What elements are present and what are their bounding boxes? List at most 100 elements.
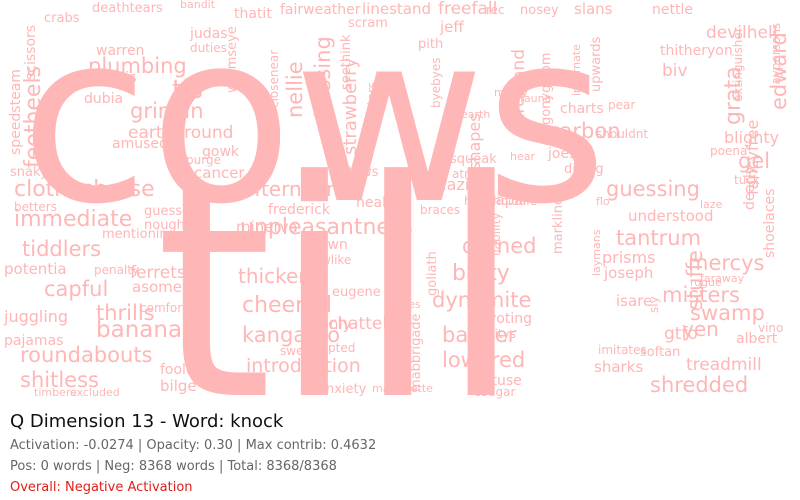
cloud-word-tantrum: tantrum	[616, 226, 701, 250]
cloud-word-flo: flo	[596, 195, 610, 208]
cloud-word-taws: taws	[348, 165, 379, 180]
cloud-word-atnear: atnear	[452, 167, 491, 181]
cloud-word-juggling: juggling	[3, 307, 68, 326]
cloud-word-fooled: fooled	[160, 362, 203, 378]
cloud-word-diving: diving	[564, 162, 604, 177]
cloud-word-excluded: excluded	[70, 386, 120, 399]
cloud-word-scram: scram	[348, 16, 388, 31]
cloud-word-charts: charts	[560, 101, 604, 117]
cloud-word-nosey: nosey	[520, 3, 559, 18]
info-panel: Q Dimension 13 - Word: knock Activation:…	[10, 408, 790, 495]
cloud-word-betters: betters	[14, 200, 57, 214]
cloud-word-shouldnt: shouldnt	[596, 127, 648, 141]
cloud-word-dubia: dubia	[84, 91, 123, 107]
cloud-word-manly: manly	[494, 86, 528, 99]
cloud-word-seethink: seethink	[339, 34, 354, 90]
cloud-word-sharks: sharks	[594, 358, 643, 376]
cloud-word-dynamite: dynamite	[432, 288, 531, 312]
cloud-word-rec: rec	[486, 3, 505, 17]
cloud-word-crabs: crabs	[44, 11, 80, 26]
cloud-word-minerva: minerva	[236, 218, 298, 236]
cloud-word-upwards: upwards	[589, 37, 604, 92]
cloud-word-capful: capful	[44, 277, 108, 301]
cloud-word-braces: braces	[420, 203, 460, 217]
cloud-word-rogue: rogue	[690, 276, 722, 289]
cloud-word-earthground: earthground	[128, 123, 233, 143]
cloud-word-pajamas: pajamas	[4, 333, 63, 349]
cloud-word-mabbrigade: mabbrigade	[409, 313, 424, 392]
cloud-word-dressing: dressing	[311, 36, 335, 125]
cloud-word-sweep: sweep	[280, 344, 318, 358]
cloud-word-squeak: squeak	[450, 152, 497, 167]
activation-stats: Activation: -0.0274 | Opacity: 0.30 | Ma…	[10, 438, 377, 453]
cloud-word-byebyes: byebyes	[429, 58, 443, 108]
cloud-word-eugene: eugene	[332, 285, 381, 300]
cloud-word-dearth: dearth	[454, 108, 490, 121]
cloud-word-scissors: scissors	[23, 25, 39, 80]
cloud-word-slans: slans	[574, 0, 613, 18]
word-cloud-canvas: cowstillafternoonunpleasantnessclothesho…	[3, 0, 791, 405]
cloud-word-lowered: lowered	[442, 348, 525, 372]
cloud-word-feetheels: feetheels	[21, 66, 46, 168]
cloud-word-joseph: joseph	[603, 264, 653, 282]
cloud-word-hear: hear	[510, 150, 535, 163]
cloud-word-voting: voting	[488, 311, 532, 327]
cloud-word-plainly: plainly	[302, 315, 352, 333]
cloud-word-tiddlers: tiddlers	[22, 237, 101, 261]
cloud-word-nellie: nellie	[283, 61, 307, 118]
cloud-word-biv: biv	[662, 61, 688, 81]
cloud-word-lilies: lilies	[396, 298, 421, 311]
cloud-word-citys: citys	[488, 327, 516, 341]
page-title: Q Dimension 13 - Word: knock	[10, 411, 284, 432]
cloud-word-potentia: potentia	[4, 260, 67, 278]
cloud-word-shoelaces: shoelaces	[762, 189, 778, 258]
cloud-word-jeff: jeff	[439, 18, 464, 36]
cloud-word-thickens: thickens	[238, 264, 321, 288]
cloud-word-thatit: thatit	[234, 6, 272, 22]
cloud-word-gowk: gowk	[202, 144, 240, 160]
word-count-stats: Pos: 0 words | Neg: 8368 words | Total: …	[10, 459, 337, 474]
cloud-word-heal: heal	[356, 195, 386, 211]
cloud-word-skis: skis	[110, 70, 137, 86]
cloud-word-timbers: timbers	[34, 386, 76, 399]
cloud-word-laze: laze	[700, 198, 723, 211]
cloud-word-nettle: nettle	[652, 2, 693, 18]
cloud-word-gtfo: gtfo	[664, 324, 698, 344]
word-cloud: cows till afternoon unpleasantness clothesho…	[0, 0, 800, 405]
cloud-word-laypersons: laypersons	[769, 23, 783, 88]
cloud-word-gown: gown	[310, 237, 348, 253]
cloud-word-markline: markline	[551, 197, 566, 254]
cloud-word-tuck: tuck	[734, 173, 760, 187]
cloud-word-tatters: tatters	[365, 82, 379, 122]
cloud-word-laymans: laymans	[590, 229, 603, 276]
cloud-word-liability: liability	[489, 213, 503, 256]
cloud-word-clotheshorse: clotheshorse	[14, 177, 155, 202]
cloud-word-vino: vino	[758, 321, 783, 335]
cloud-word-thitheryon: thitheryon	[660, 43, 733, 59]
cloud-word-pith: pith	[418, 37, 443, 52]
cloud-word-shredded: shredded	[650, 373, 748, 397]
cloud-word-louie: louie	[508, 194, 537, 208]
cloud-word-howlike: howlike	[306, 253, 351, 267]
cloud-word-judas: judas	[189, 26, 228, 42]
cloud-word-pear: pear	[608, 98, 635, 112]
cloud-word-introduction: introduction	[246, 355, 361, 377]
cloud-word-deathtears: deathtears	[92, 1, 163, 16]
cloud-word-joes: joes	[547, 146, 576, 162]
cloud-word-closenear: closenear	[267, 50, 281, 108]
cloud-word-afternoon: afternoon	[242, 177, 339, 201]
cloud-word-guessing: guessing	[606, 177, 700, 201]
cloud-word-frederick: frederick	[268, 202, 331, 218]
cloud-word-incarnate: incarnate	[570, 44, 583, 96]
cloud-word-tis: tis	[172, 75, 203, 105]
cloud-word-judders: judders	[213, 240, 255, 253]
cloud-word-extinguisher: extinguisher	[731, 27, 745, 102]
cloud-word-penalty: penalty	[94, 263, 139, 277]
cloud-word-imitates: imitates	[598, 343, 647, 357]
cloud-word-bandit: bandit	[180, 0, 216, 11]
cloud-word-treadmill: treadmill	[686, 355, 762, 375]
cloud-word-sly: sly	[647, 296, 661, 313]
cloud-word-snaky: snaky	[10, 165, 48, 180]
overall-activation: Overall: Negative Activation	[10, 480, 193, 495]
cloud-word-cougar: cougar	[474, 385, 516, 399]
